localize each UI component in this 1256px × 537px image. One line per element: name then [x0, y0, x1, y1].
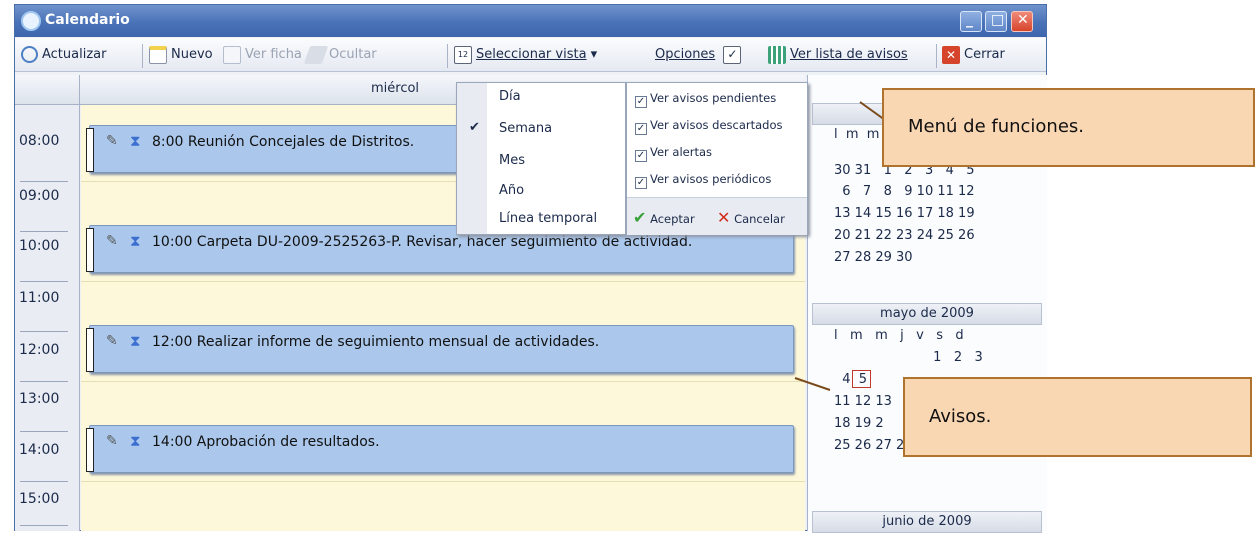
callout-menu: Menú de funciones.: [882, 88, 1255, 167]
callout-avisos: Avisos.: [903, 377, 1252, 457]
